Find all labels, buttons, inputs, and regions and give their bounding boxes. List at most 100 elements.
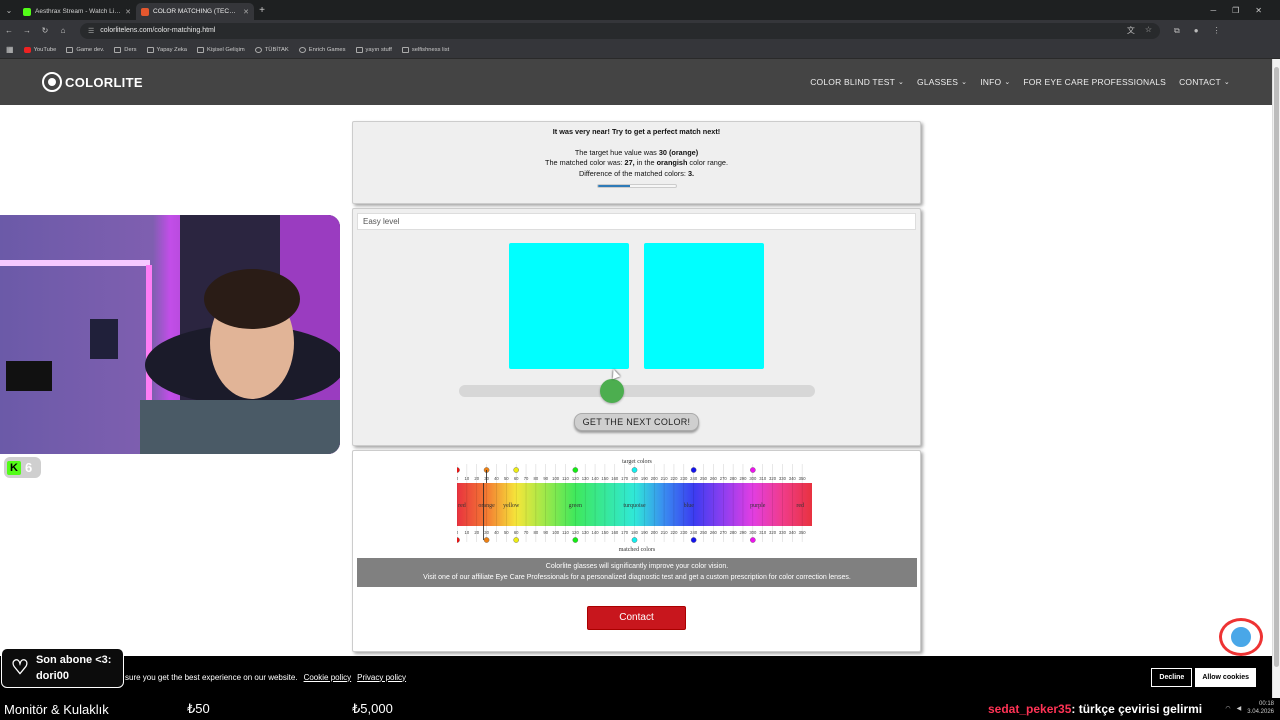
allow-cookies-button[interactable]: Allow cookies	[1195, 667, 1256, 687]
tick-label-bottom: 100	[552, 530, 560, 535]
close-tab-icon[interactable]: ✕	[125, 8, 131, 16]
page-scrollbar[interactable]	[1272, 59, 1280, 698]
decline-cookies-button[interactable]: Decline	[1151, 667, 1193, 687]
nav-glasses[interactable]: GLASSES ⌄	[917, 77, 967, 87]
bookmark-star-icon[interactable]: ☆	[1145, 25, 1152, 36]
close-tab-icon[interactable]: ✕	[243, 8, 249, 16]
tick-label-top: 210	[661, 476, 669, 481]
tab-color-matching[interactable]: COLOR MATCHING (TECHNICA ✕	[136, 3, 254, 20]
tick-label-top: 300	[749, 476, 757, 481]
ticker-price: ₺50	[187, 701, 210, 716]
band-label: turquoise	[623, 503, 646, 509]
tick-label-top: 50	[504, 476, 509, 481]
tick-label-top: 340	[789, 476, 797, 481]
tick-label-bottom: 280	[730, 530, 738, 535]
network-icon[interactable]: ◠	[1225, 705, 1230, 712]
translate-icon[interactable]: 文	[1127, 25, 1135, 36]
ticker-price: ₺5,000	[352, 701, 393, 716]
target-marker	[513, 467, 519, 473]
stream-ticker: Monitör & Kulaklık ₺50 ₺5,000 sedat_peke…	[0, 698, 1280, 720]
forward-icon[interactable]: →	[18, 26, 36, 35]
minimize-icon[interactable]: ─	[1210, 6, 1216, 15]
back-icon[interactable]: ←	[0, 26, 18, 35]
extensions-icon[interactable]: ⧉	[1174, 26, 1180, 36]
kick-logo-icon: K	[7, 460, 21, 475]
support-chat-icon[interactable]	[1219, 618, 1263, 656]
tick-label-bottom: 80	[534, 530, 539, 535]
target-marker	[572, 467, 579, 473]
url-text: colorlitelens.com/color-matching.html	[100, 27, 216, 34]
reload-icon[interactable]: ↻	[36, 26, 54, 35]
scrollbar-thumb[interactable]	[1274, 67, 1279, 667]
target-marker	[690, 467, 697, 473]
site-info-icon[interactable]: ☰	[88, 27, 94, 35]
hue-slider-knob[interactable]	[600, 379, 625, 403]
tick-label-top: 10	[465, 476, 470, 481]
bookmark-item[interactable]: Ders	[114, 46, 137, 53]
screen: ⌄ Aesthrax Stream - Watch Live o ✕ COLOR…	[0, 0, 1280, 720]
tick-label-bottom: 110	[562, 530, 569, 535]
tick-label-top: 130	[582, 476, 590, 481]
apps-grid-icon[interactable]: ▦	[6, 45, 14, 54]
nav-contact[interactable]: CONTACT ⌄	[1179, 77, 1230, 87]
bookmark-item[interactable]: YouTube	[23, 46, 56, 53]
tab-stream[interactable]: Aesthrax Stream - Watch Live o ✕	[18, 3, 136, 20]
tick-label-top: 270	[720, 476, 728, 481]
close-window-icon[interactable]: ✕	[1255, 6, 1262, 15]
logo-mark-icon	[42, 72, 62, 92]
folder-icon	[401, 46, 409, 53]
colorlite-logo[interactable]: COLORLITE	[42, 72, 143, 92]
restore-icon[interactable]: ❐	[1232, 6, 1239, 15]
hue-slider[interactable]	[459, 379, 815, 403]
bookmark-item[interactable]: Game dev.	[66, 46, 104, 53]
chevron-down-icon: ⌄	[1004, 79, 1011, 86]
colorlite-favicon-icon	[141, 7, 149, 16]
home-icon[interactable]: ⌂	[54, 26, 72, 35]
matched-marker	[483, 537, 490, 543]
tab-search-icon[interactable]: ⌄	[0, 6, 18, 15]
spectrum-panel: 0102030405060708090100110120130140150160…	[352, 450, 921, 652]
bookmark-item[interactable]: selfishness list	[401, 46, 449, 53]
new-tab-icon[interactable]: +	[254, 5, 270, 16]
chat-text: : türkçe çevirisi gelirmi	[1071, 702, 1203, 716]
tick-label-bottom: 310	[759, 530, 767, 535]
tick-label-bottom: 200	[651, 530, 659, 535]
tick-label-bottom: 250	[700, 530, 708, 535]
tick-label-bottom: 290	[739, 530, 747, 535]
heart-icon: ♡	[11, 657, 29, 679]
tick-label-bottom: 350	[799, 530, 807, 535]
bookmark-item[interactable]: Kişisel Gelişim	[197, 46, 245, 53]
tick-label-top: 260	[710, 476, 718, 481]
cookie-policy-link[interactable]: Cookie policy	[304, 673, 352, 682]
tick-label-top: 190	[641, 476, 649, 481]
nav-color-blind-test[interactable]: COLOR BLIND TEST ⌄	[810, 77, 904, 87]
volume-icon[interactable]: ◀	[1237, 705, 1242, 712]
matched-marker	[690, 537, 697, 543]
tick-label-bottom: 90	[543, 530, 548, 535]
menu-dots-icon[interactable]: ⋮	[1213, 26, 1221, 36]
next-color-button[interactable]: GET THE NEXT COLOR!	[574, 413, 699, 431]
tick-label-top: 310	[759, 476, 767, 481]
matched-marker	[750, 537, 756, 543]
tick-label-bottom: 300	[749, 530, 757, 535]
bookmark-item[interactable]: yayın stuff	[355, 46, 392, 53]
address-bar[interactable]: ☰ colorlitelens.com/color-matching.html …	[80, 22, 1160, 39]
bookmark-item[interactable]: TÜBİTAK	[254, 46, 289, 53]
browser-toolbar: ← → ↻ ⌂ ☰ colorlitelens.com/color-matchi…	[0, 20, 1280, 41]
site-header: COLORLITE COLOR BLIND TEST ⌄ GLASSES ⌄ INF…	[0, 59, 1272, 105]
tick-label-top: 200	[651, 476, 659, 481]
privacy-policy-link[interactable]: Privacy policy	[357, 673, 406, 682]
nav-info[interactable]: INFO ⌄	[980, 77, 1010, 87]
difference-line: Difference of the matched colors: 3.	[578, 168, 695, 178]
profile-avatar-icon[interactable]: ●	[1194, 26, 1199, 36]
contact-button[interactable]: Contact	[587, 606, 686, 630]
target-marker	[631, 467, 638, 473]
last-subscriber-card: ♡ Son abone <3: dori00	[1, 648, 124, 688]
bookmark-item[interactable]: Yapay Zeka	[146, 46, 187, 53]
bookmark-item[interactable]: Enrich Games	[298, 46, 346, 53]
nav-eye-care-professionals[interactable]: FOR EYE CARE PROFESSIONALS	[1023, 77, 1166, 87]
system-clock[interactable]: 00:18 3.04.2026	[1247, 700, 1274, 716]
folder-icon	[114, 46, 122, 53]
bookmarks-bar: ▦ YouTube Game dev. Ders Yapay Zeka Kişi…	[0, 41, 1280, 59]
tick-label-bottom: 130	[582, 530, 590, 535]
